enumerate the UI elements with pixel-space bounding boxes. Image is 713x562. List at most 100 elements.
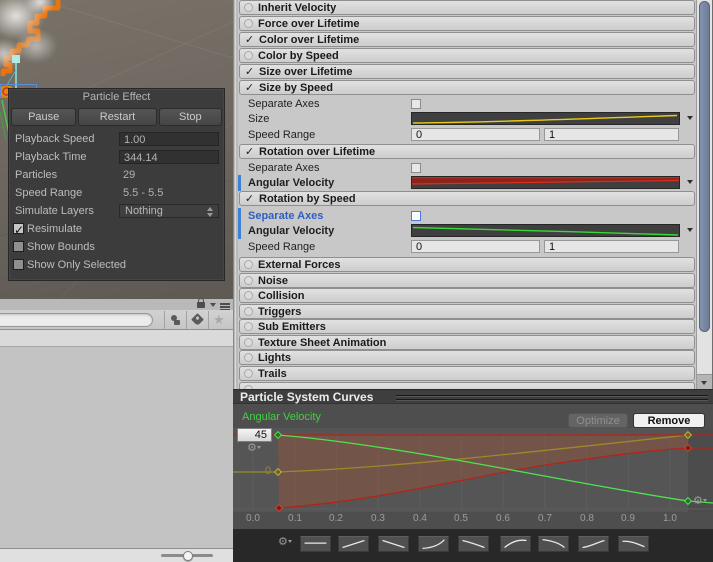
speed-range-min-field[interactable]: 0 [411, 240, 540, 253]
preset-ease-in-down[interactable] [458, 536, 489, 552]
separate-axes-checkbox[interactable] [411, 211, 421, 221]
check-icon[interactable]: ✓ [244, 192, 255, 205]
search-by-type-icon [171, 315, 177, 321]
project-content-area[interactable] [0, 347, 233, 547]
module-noise[interactable]: Noise [239, 273, 695, 288]
module-label: Color by Speed [258, 50, 339, 62]
gear-icon[interactable]: ⚙ [278, 537, 292, 548]
simulate-layers-dropdown[interactable]: Nothing [119, 204, 219, 218]
module-partial[interactable] [239, 382, 695, 389]
module-toggle[interactable] [244, 51, 253, 60]
module-toggle[interactable] [244, 276, 253, 285]
module-toggle[interactable] [244, 322, 253, 331]
module-rotation-over-lifetime[interactable]: ✓Rotation over Lifetime [239, 144, 695, 159]
module-triggers[interactable]: Triggers [239, 304, 695, 319]
show-bounds-checkbox[interactable] [13, 241, 24, 252]
preset-ease-out-up[interactable] [500, 536, 531, 552]
module-label: Force over Lifetime [258, 18, 359, 30]
preset-linear-down[interactable] [378, 536, 409, 552]
playback-speed-field[interactable]: 1.00 [119, 132, 219, 146]
module-size-by-speed[interactable]: ✓Size by Speed [239, 80, 695, 95]
module-toggle[interactable] [244, 353, 253, 362]
angular-velocity-curve-field[interactable] [411, 176, 680, 189]
check-icon[interactable]: ✓ [244, 81, 255, 94]
separate-axes-checkbox[interactable] [411, 99, 421, 109]
module-color-over-lifetime[interactable]: ✓ Color over Lifetime [239, 32, 695, 47]
splitter-grip[interactable] [396, 395, 708, 400]
module-toggle[interactable] [244, 307, 253, 316]
show-only-selected-checkbox[interactable] [13, 259, 24, 270]
search-by-label-button[interactable] [186, 311, 208, 329]
curve-dropdown-icon[interactable] [687, 180, 693, 184]
scrollbar-down-button[interactable] [697, 374, 712, 389]
gear-icon[interactable]: ⚙ [693, 496, 707, 507]
project-panel-header [0, 299, 233, 310]
module-sub-emitters[interactable]: Sub Emitters [239, 319, 695, 334]
inspector-scrollbar[interactable] [696, 0, 713, 389]
preset-s-curve-up[interactable] [578, 536, 609, 552]
scrollbar-thumb[interactable] [699, 1, 710, 332]
module-color-by-speed[interactable]: Color by Speed [239, 48, 695, 63]
module-label: Color over Lifetime [259, 34, 359, 46]
speed-range-max-field[interactable]: 1 [544, 128, 679, 141]
speed-range-row: Speed Range 0 1 [239, 239, 695, 255]
separate-axes-label: Separate Axes [239, 162, 320, 174]
remove-button[interactable]: Remove [633, 413, 705, 428]
module-toggle[interactable] [244, 291, 253, 300]
module-toggle[interactable] [244, 260, 253, 269]
restart-button[interactable]: Restart [78, 108, 156, 126]
check-icon[interactable]: ✓ [244, 65, 255, 78]
speed-range-max-field[interactable]: 1 [544, 240, 679, 253]
module-toggle[interactable] [244, 369, 253, 378]
module-label: Collision [258, 290, 304, 302]
x-tick: 0.8 [572, 513, 602, 524]
stop-button[interactable]: Stop [159, 108, 222, 126]
check-icon[interactable]: ✓ [244, 33, 255, 46]
module-toggle[interactable] [244, 3, 253, 12]
module-texture-sheet-animation[interactable]: Texture Sheet Animation [239, 335, 695, 350]
check-icon[interactable]: ✓ [244, 145, 255, 158]
module-toggle[interactable] [244, 338, 253, 347]
preset-constant[interactable] [300, 536, 331, 552]
module-collision[interactable]: Collision [239, 288, 695, 303]
preset-ease-in-up[interactable] [418, 536, 449, 552]
search-by-type-button[interactable] [164, 311, 186, 329]
y-max-value-field[interactable]: 45 [237, 428, 272, 442]
module-rotation-by-speed[interactable]: ✓Rotation by Speed [239, 191, 695, 206]
separate-axes-checkbox[interactable] [411, 163, 421, 173]
check-icon: ✓ [14, 221, 24, 239]
module-label: Noise [258, 275, 288, 287]
resimulate-checkbox[interactable]: ✓ [13, 223, 24, 234]
module-trails[interactable]: Trails [239, 366, 695, 381]
show-only-selected-row: Show Only Selected [9, 256, 224, 274]
gear-icon[interactable]: ⚙ [247, 443, 261, 454]
scene-view[interactable]: Particle Effect Pause Restart Stop Playb… [0, 0, 233, 299]
curves-panel-header[interactable]: Particle System Curves [233, 389, 713, 404]
menu-icon[interactable] [220, 303, 230, 305]
speed-range-min-field[interactable]: 0 [411, 128, 540, 141]
search-input[interactable] [0, 313, 153, 327]
module-inherit-velocity[interactable]: Inherit Velocity [239, 0, 695, 15]
zoom-slider[interactable] [183, 551, 193, 561]
module-toggle[interactable] [244, 19, 253, 28]
curve-editor-graph[interactable] [233, 428, 713, 512]
preset-ease-out-down[interactable] [538, 536, 569, 552]
curve-dropdown-icon[interactable] [687, 116, 693, 120]
size-curve-field[interactable] [411, 112, 680, 125]
preset-s-curve-down[interactable] [618, 536, 649, 552]
favorites-button[interactable]: ★ [208, 311, 230, 329]
speed-range-label: Speed Range [15, 187, 82, 199]
module-external-forces[interactable]: External Forces [239, 257, 695, 272]
optimize-button[interactable]: Optimize [568, 413, 628, 428]
curve-dropdown-icon[interactable] [687, 228, 693, 232]
angular-velocity-curve-field[interactable] [411, 224, 680, 237]
lock-icon[interactable] [197, 302, 205, 308]
x-tick: 0.7 [530, 513, 560, 524]
pause-button[interactable]: Pause [11, 108, 76, 126]
module-force-over-lifetime[interactable]: Force over Lifetime [239, 16, 695, 31]
module-size-over-lifetime[interactable]: ✓Size over Lifetime [239, 64, 695, 79]
module-lights[interactable]: Lights [239, 350, 695, 365]
playback-time-field[interactable]: 344.14 [119, 150, 219, 164]
preset-linear-up[interactable] [338, 536, 369, 552]
chevron-down-icon[interactable] [210, 303, 216, 307]
